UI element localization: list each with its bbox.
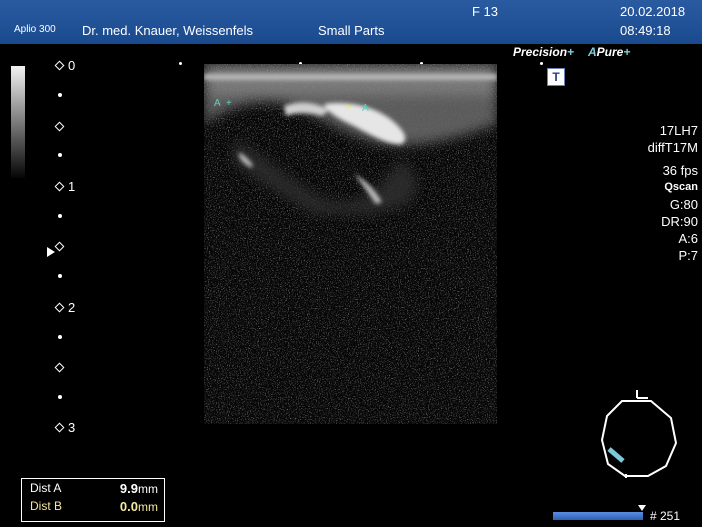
depth-tick: [58, 153, 62, 157]
caliper-cross-icon[interactable]: +: [226, 98, 232, 109]
depth-tick: [58, 274, 62, 278]
grayscale-bar: [11, 66, 25, 178]
measurement-box: Dist A 9.9mm Dist B 0.0mm: [21, 478, 165, 522]
cine-marker-icon[interactable]: [638, 505, 646, 511]
scan-parameters: 17LH7 diffT17M 36 fps Qscan G:80 DR:90 A…: [578, 122, 698, 264]
depth-label: 1: [68, 179, 76, 194]
header-bar: Aplio 300 Dr. med. Knauer, Weissenfels S…: [0, 0, 702, 44]
lateral-marker: [540, 62, 543, 65]
dynamic-range-readout: DR:90: [661, 214, 698, 229]
system-model: Aplio 300: [14, 24, 56, 35]
dist-b-value: 0.0: [119, 499, 138, 514]
precision-logo: Precision+: [513, 45, 575, 59]
a-readout: A:6: [678, 231, 698, 246]
thi-toggle-button[interactable]: T: [547, 68, 565, 86]
caliper-a-start: A: [214, 98, 221, 109]
dist-a-row: Dist A 9.9mm: [30, 481, 158, 499]
exam-preset: Small Parts: [318, 23, 385, 38]
depth-marker: [54, 60, 65, 71]
imaging-mode: diffT17M: [647, 140, 698, 155]
dist-a-value: 9.9: [119, 481, 138, 496]
gain-readout: G:80: [669, 197, 698, 212]
exam-date: 20.02.2018: [620, 4, 686, 19]
dist-a-unit: mm: [138, 482, 158, 496]
frame-counter: # 251: [650, 509, 681, 523]
depth-marker: [54, 302, 65, 313]
depth-label: 2: [68, 300, 76, 315]
dist-b-row: Dist B 0.0mm: [30, 499, 158, 517]
dist-b-label: Dist B: [30, 499, 63, 513]
caliper-a-end: A: [362, 103, 369, 114]
depth-tick: [58, 214, 62, 218]
depth-label: 3: [68, 420, 76, 435]
institution-name: Dr. med. Knauer, Weissenfels: [82, 23, 254, 38]
ultrasound-image[interactable]: A + + A: [204, 64, 497, 424]
apure-logo: APure+: [588, 45, 631, 59]
lateral-marker: [179, 62, 182, 65]
depth-tick: [58, 93, 62, 97]
depth-tick: [58, 395, 62, 399]
depth-marker: [54, 241, 65, 252]
cine-progress-bar[interactable]: [553, 512, 643, 520]
depth-marker: [54, 362, 65, 373]
focus-marker-icon[interactable]: [47, 247, 55, 257]
depth-marker: [54, 422, 65, 433]
dist-a-label: Dist A: [30, 481, 62, 495]
body-mark-icon[interactable]: [596, 388, 686, 485]
exam-time: 08:49:18: [620, 23, 671, 38]
caliper-b-icon[interactable]: +: [346, 102, 351, 112]
dist-b-unit: mm: [138, 500, 158, 514]
depth-marker: [54, 121, 65, 132]
depth-label: 0: [68, 58, 76, 73]
depth-scale: 0 1 2 3: [47, 58, 86, 435]
p-readout: P:7: [678, 248, 698, 263]
depth-tick: [58, 335, 62, 339]
probe-name: 17LH7: [659, 123, 698, 138]
frame-rate: 36 fps: [662, 163, 698, 178]
frequency-readout: F 13: [472, 4, 499, 19]
qscan-label: Qscan: [664, 181, 698, 193]
depth-marker: [54, 181, 65, 192]
